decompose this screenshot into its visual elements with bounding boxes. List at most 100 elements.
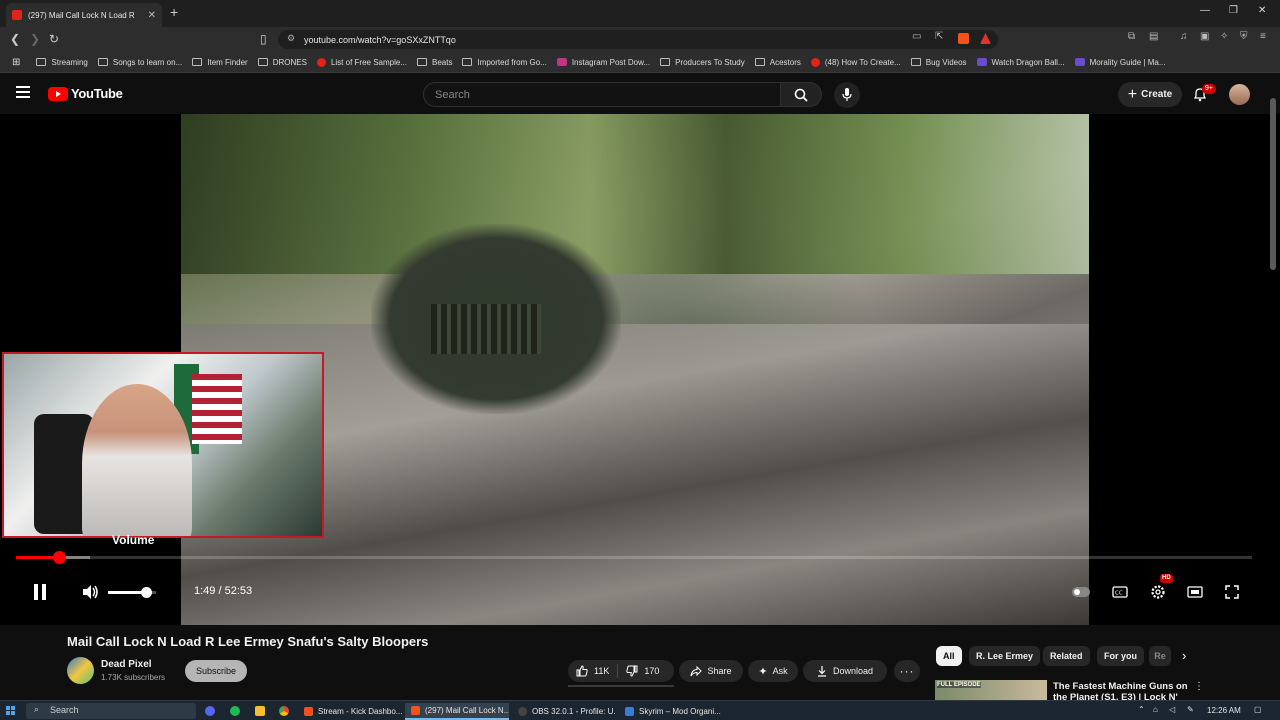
pen-icon[interactable]: ✎ [1187,705,1194,714]
close-window-icon[interactable]: ✕ [1258,5,1266,16]
apps-grid-icon[interactable]: ⊞ [12,57,20,68]
maximize-icon[interactable]: ❐ [1229,5,1238,16]
bookmark-item[interactable]: Imported from Go... [462,58,547,67]
back-icon[interactable]: ❮ [10,32,20,46]
notification-center-icon[interactable]: ▢ [1254,705,1262,714]
share-page-icon[interactable]: ⇱ [935,31,943,42]
share-button[interactable]: Share [679,660,743,682]
chip-for-you[interactable]: For you [1097,646,1144,666]
dislike-button[interactable]: 170 [618,665,667,677]
video-player[interactable]: Volume 1:49 / 52:53 CC HD [0,114,1280,625]
spotify-icon[interactable] [230,706,240,716]
search-button[interactable] [781,82,822,107]
brave-shield-icon[interactable] [958,33,969,44]
bookmark-item[interactable]: Producers To Study [660,58,745,67]
speaker-icon[interactable]: ◁ [1169,705,1175,714]
fullscreen-button[interactable] [1225,580,1239,604]
taskbar-clock[interactable]: 12:26 AM [1207,706,1241,715]
reload-icon[interactable]: ↻ [49,32,59,46]
taskbar-search-input[interactable]: ⌕ Search [26,703,196,719]
like-button[interactable]: 11K [568,664,619,678]
autoplay-toggle-icon [1072,587,1090,597]
sidebar-icon[interactable]: ▤ [1149,31,1158,42]
network-icon[interactable]: ⌂ [1153,705,1158,714]
wallet-icon[interactable]: ▣ [1200,31,1209,42]
site-info-icon[interactable]: ⚙ [287,33,295,44]
progress-scrubber-handle[interactable] [53,551,67,564]
file-explorer-icon[interactable] [255,706,265,716]
video-scene-trees [181,114,1089,274]
more-vertical-icon[interactable]: ⋮ [1194,681,1204,692]
cast-icon[interactable]: ▭ [912,31,921,42]
bookmark-item[interactable]: Bug Videos [910,58,967,67]
player-controls: 1:49 / 52:53 CC HD [0,574,1280,604]
bookmark-item[interactable]: (48) How To Create... [810,57,901,67]
leo-icon[interactable]: ✧ [1220,31,1228,42]
close-tab-icon[interactable]: ✕ [148,10,156,21]
new-tab-button[interactable]: + [170,4,178,20]
bookmark-item[interactable]: Songs to learn on... [97,58,182,67]
bookmark-item[interactable]: Instagram Post Dow... [556,58,650,67]
browser-menu-icon[interactable]: ≡ [1260,31,1266,42]
forward-icon[interactable]: ❯ [30,32,40,46]
channel-name[interactable]: Dead Pixel [101,659,152,670]
download-button[interactable]: Download [803,660,887,682]
discord-icon[interactable] [205,706,215,716]
search-input[interactable]: Search [423,82,781,107]
windows-start-icon[interactable] [6,706,16,716]
youtube-favicon-icon [12,10,22,20]
subscribe-button[interactable]: Subscribe [185,660,247,682]
chip-all[interactable]: All [936,646,962,666]
vpn-icon[interactable]: ⛨ [1240,31,1248,42]
search-icon: ⌕ [34,704,40,714]
create-button[interactable]: + Create [1118,82,1182,107]
page-scrollbar[interactable] [1270,98,1276,270]
bookmark-item[interactable]: Watch Dragon Ball... [976,58,1065,67]
chips-next-chevron-icon[interactable]: › [1182,648,1186,663]
autoplay-toggle[interactable] [1072,580,1090,604]
more-actions-button[interactable]: ··· [894,660,920,682]
youtube-logo[interactable]: YouTube [48,86,123,101]
recommendation-title[interactable]: The Fastest Machine Guns on the Planet (… [1053,681,1193,701]
bookmark-icon[interactable]: ▯ [260,32,267,46]
account-avatar[interactable] [1229,84,1250,105]
bookmark-item[interactable]: Morality Guide | Ma... [1074,58,1166,67]
channel-avatar[interactable] [67,657,94,684]
taskbar-task[interactable]: OBS 32.0.1 - Profile: U... [512,703,616,720]
hamburger-menu-icon[interactable] [16,86,30,98]
voice-search-button[interactable] [834,82,860,108]
browser-tab-active[interactable]: (297) Mail Call Lock N Load R ✕ [6,3,162,27]
folder-icon [36,58,47,66]
theater-mode-button[interactable] [1187,580,1203,604]
chip-related[interactable]: Related [1043,646,1090,666]
bookmark-item[interactable]: DRONES [257,58,307,67]
bookmark-item[interactable]: Beats [416,58,452,67]
webcam-scene-person [82,384,192,536]
progress-bar[interactable] [16,551,1252,564]
music-icon[interactable]: ♫ [1180,31,1188,42]
chip-truncated[interactable]: Re [1149,646,1171,666]
volume-slider-handle[interactable] [141,587,153,598]
chrome-icon[interactable] [279,706,289,716]
taskbar-task[interactable]: Stream - Kick Dashbo... [298,703,402,720]
extensions-icon[interactable]: ⧉ [1128,31,1135,42]
minimize-icon[interactable]: — [1200,5,1210,16]
recommendation-thumbnail[interactable]: FULL EPISODE [935,680,1047,700]
taskbar-task[interactable]: Skyrim – Mod Organi... [619,703,723,720]
bookmark-item[interactable]: List of Free Sample... [316,57,407,67]
captions-button[interactable]: CC [1112,580,1128,604]
webcam-scene-flag [192,374,242,444]
chip-r-lee-ermey[interactable]: R. Lee Ermey [969,646,1041,666]
taskbar-task-active[interactable]: (297) Mail Call Lock N... [405,703,509,720]
tray-chevron-icon[interactable]: ⌃ [1138,705,1145,714]
bookmark-item[interactable]: Acestors [754,58,801,67]
folder-icon [660,58,671,66]
mute-button[interactable] [82,580,100,604]
bookmark-item[interactable]: Streaming [36,58,88,67]
address-bar[interactable]: ⚙ youtube.com/watch?v=goSXxZNTTqo [278,30,998,49]
pause-button[interactable] [32,580,48,604]
settings-button[interactable] [1150,580,1166,604]
bookmark-item[interactable]: Item Finder [192,58,248,67]
ask-button[interactable]: ✦ Ask [748,660,798,682]
site-favicon-icon [556,58,567,66]
